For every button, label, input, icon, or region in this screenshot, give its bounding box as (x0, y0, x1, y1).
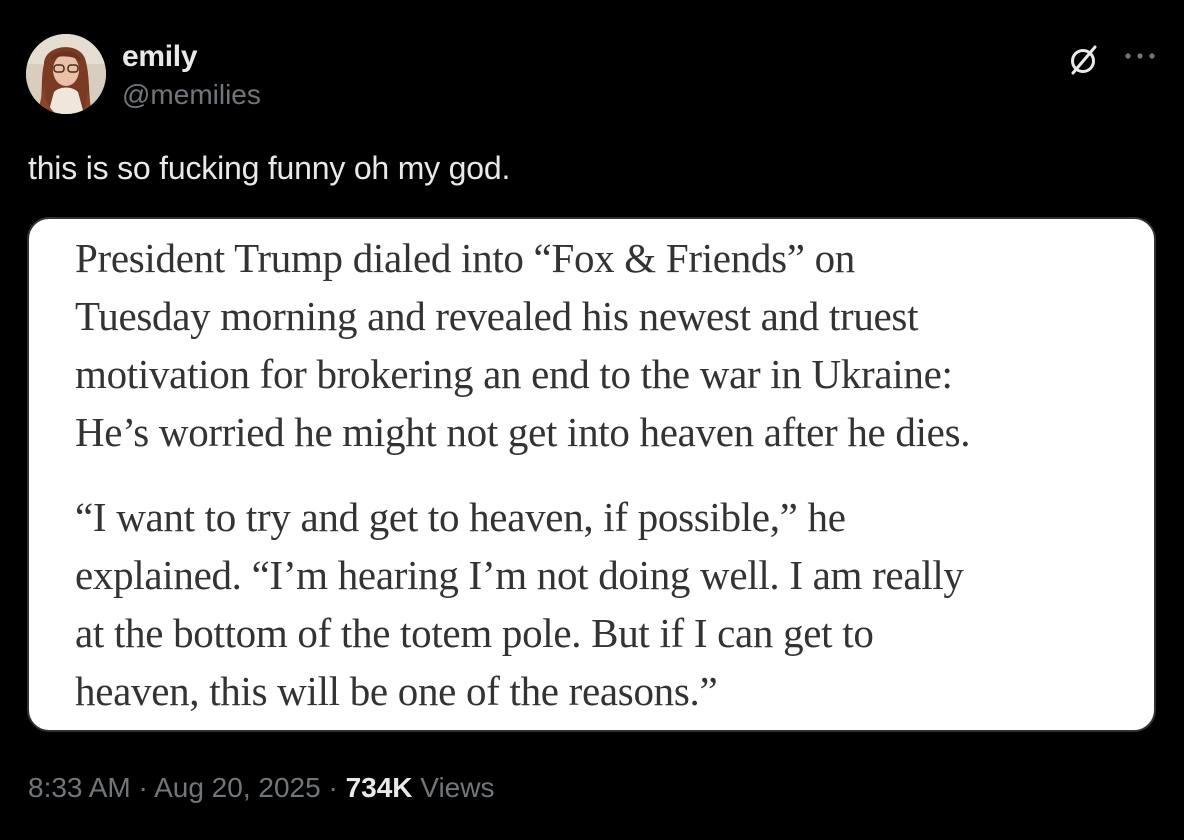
avatar[interactable] (26, 34, 106, 114)
tweet-meta: 8:33 AM · Aug 20, 2025 · 734K Views (28, 770, 494, 806)
profile-photo-icon (26, 34, 106, 114)
meta-separator: · (138, 772, 148, 803)
article-line: He’s worried he might not get into heave… (75, 409, 971, 455)
article-excerpt: President Trump dialed into “Fox & Frien… (75, 229, 1135, 720)
grok-icon[interactable] (1066, 42, 1102, 78)
views-label: Views (420, 772, 495, 803)
article-paragraph: “I want to try and get to heaven, if pos… (75, 488, 1135, 720)
article-line: heaven, this will be one of the reasons.… (75, 668, 718, 714)
article-line: motivation for brokering an end to the w… (75, 351, 953, 397)
more-options-icon[interactable] (1122, 48, 1158, 64)
author-block: emily @memilies (122, 40, 261, 112)
tweet-text: this is so fucking funny oh my god. (28, 150, 511, 186)
attached-image[interactable]: President Trump dialed into “Fox & Frien… (27, 217, 1156, 732)
article-paragraph: President Trump dialed into “Fox & Frien… (75, 229, 1135, 461)
article-line: Tuesday morning and revealed his newest … (75, 293, 919, 339)
article-line: at the bottom of the totem pole. But if … (75, 610, 874, 656)
article-line: explained. “I’m hearing I’m not doing we… (75, 552, 964, 598)
handle[interactable]: @memilies (122, 78, 261, 112)
article-line: President Trump dialed into “Fox & Frien… (75, 235, 855, 281)
tweet-time[interactable]: 8:33 AM (28, 772, 131, 803)
article-line: “I want to try and get to heaven, if pos… (75, 494, 846, 540)
views-count: 734K (345, 772, 413, 803)
tweet-date[interactable]: Aug 20, 2025 (154, 772, 321, 803)
display-name[interactable]: emily (122, 40, 261, 74)
meta-separator: · (328, 772, 338, 803)
